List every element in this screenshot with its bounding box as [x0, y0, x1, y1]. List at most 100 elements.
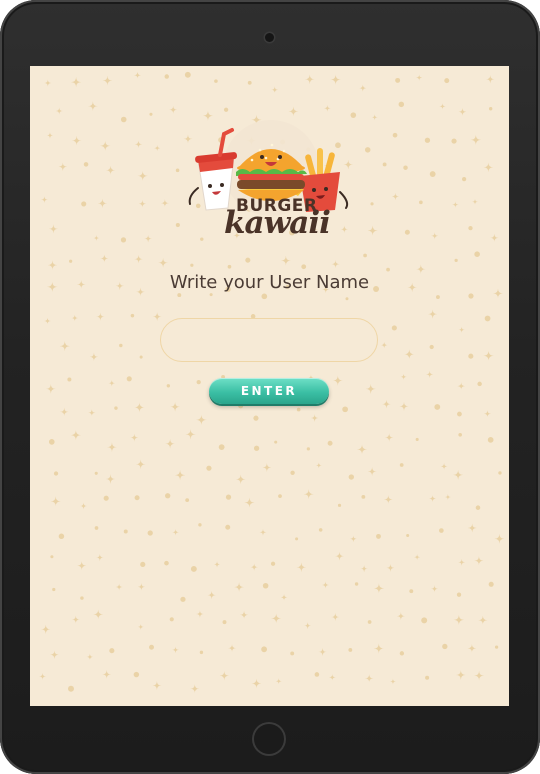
sparkle-star: [303, 489, 314, 500]
sparkle-star: [331, 612, 340, 622]
sparkle-dot: [119, 343, 123, 348]
sparkle-star: [115, 583, 123, 591]
sparkle-star: [431, 232, 439, 240]
sparkle-star: [444, 493, 452, 501]
home-button[interactable]: [252, 722, 286, 756]
sparkle-dot: [222, 620, 227, 625]
sparkle-star: [430, 585, 439, 593]
sparkle-dot: [67, 377, 72, 382]
sparkle-dot: [296, 407, 301, 412]
sparkle-star: [45, 383, 56, 394]
sparkle-star: [106, 442, 117, 453]
sparkle-star: [331, 259, 340, 269]
sparkle-star: [425, 370, 434, 379]
sparkle-star: [396, 612, 405, 621]
sparkle-dot: [184, 71, 191, 78]
enter-button[interactable]: ENTER: [209, 378, 329, 404]
sparkle-star: [71, 314, 79, 322]
sparkle-star: [474, 670, 485, 681]
sparkle-star: [185, 429, 196, 440]
sparkle-star: [48, 224, 59, 234]
sparkle-star: [97, 198, 108, 209]
sparkle-dot: [301, 264, 307, 270]
sparkle-star: [105, 474, 116, 484]
tablet-frame: BURGER kawaii Write your User Name ENTER: [0, 0, 540, 774]
sparkle-star: [288, 106, 299, 117]
sparkle-dot: [392, 132, 398, 138]
sparkle-star: [44, 317, 51, 325]
sparkle-dot: [327, 440, 333, 446]
sparkle-dot: [399, 651, 405, 656]
sparkle-dot: [382, 162, 387, 167]
sparkle-star: [47, 260, 58, 270]
sparkle-dot: [475, 505, 481, 510]
sparkle-dot: [274, 440, 278, 444]
sparkle-star: [58, 162, 68, 172]
sparkle-star: [323, 104, 331, 112]
sparkle-dot: [403, 165, 408, 170]
sparkle-star: [160, 199, 169, 208]
sparkle-dot: [409, 589, 414, 594]
sparkle-dot: [434, 404, 441, 410]
sparkle-dot: [318, 528, 323, 532]
sparkle-star: [174, 469, 186, 481]
sparkle-dot: [94, 526, 99, 530]
sparkle-star: [244, 497, 255, 508]
sparkle-dot: [474, 251, 480, 258]
sparkle-dot: [149, 112, 153, 116]
sparkle-star: [457, 382, 465, 390]
sparkle-dot: [177, 293, 182, 298]
sparkle-star: [152, 680, 162, 691]
sparkle-star: [356, 444, 368, 455]
sparkle-dot: [209, 293, 213, 297]
sparkle-dot: [58, 533, 65, 540]
sparkle-star: [154, 144, 161, 152]
sparkle-dot: [261, 293, 268, 300]
sparkle-dot: [435, 295, 440, 299]
sparkle-star: [99, 140, 111, 152]
sparkle-dot: [386, 267, 390, 272]
sparkle-star: [70, 429, 82, 441]
sparkle-star: [93, 609, 104, 620]
sparkle-dot: [290, 470, 295, 475]
sparkle-star: [271, 86, 279, 94]
sparkle-star: [296, 562, 307, 573]
sparkle-star: [359, 84, 367, 92]
sparkle-dot: [180, 596, 186, 602]
sparkle-dot: [227, 264, 232, 269]
sparkle-dot: [337, 503, 342, 507]
sparkle-star: [428, 309, 438, 319]
sparkle-star: [467, 644, 477, 653]
sparkle-dot: [48, 439, 55, 445]
sparkle-star: [262, 463, 272, 472]
sparkle-star: [259, 528, 267, 536]
soda-cup-icon: [188, 128, 238, 211]
sparkle-star: [350, 535, 357, 543]
username-input[interactable]: [160, 318, 378, 362]
sparkle-star: [105, 165, 116, 175]
sparkle-star: [158, 257, 169, 268]
sparkle-star: [452, 201, 459, 208]
sparkle-star: [134, 254, 143, 264]
sparkle-dot: [190, 565, 197, 572]
sparkle-dot: [477, 381, 482, 387]
sparkle-star: [330, 74, 341, 85]
sparkle-dot: [196, 379, 201, 385]
sparkle-star: [134, 140, 143, 149]
sparkle-dot: [439, 528, 444, 533]
sparkle-star: [360, 564, 368, 573]
sparkle-dot: [468, 225, 473, 231]
sparkle-dot: [421, 617, 428, 624]
sparkle-star: [483, 410, 492, 418]
sparkle-star: [89, 352, 99, 362]
sparkle-star: [71, 615, 80, 624]
sparkle-dot: [429, 344, 434, 350]
sparkle-dot: [456, 592, 462, 597]
sparkle-star: [478, 615, 488, 625]
sparkle-star: [152, 312, 162, 322]
sparkle-dot: [166, 384, 171, 388]
camera-icon: [265, 33, 274, 42]
sparkle-dot: [398, 101, 405, 108]
sparkle-star: [373, 643, 384, 654]
sparkle-dot: [295, 537, 299, 541]
